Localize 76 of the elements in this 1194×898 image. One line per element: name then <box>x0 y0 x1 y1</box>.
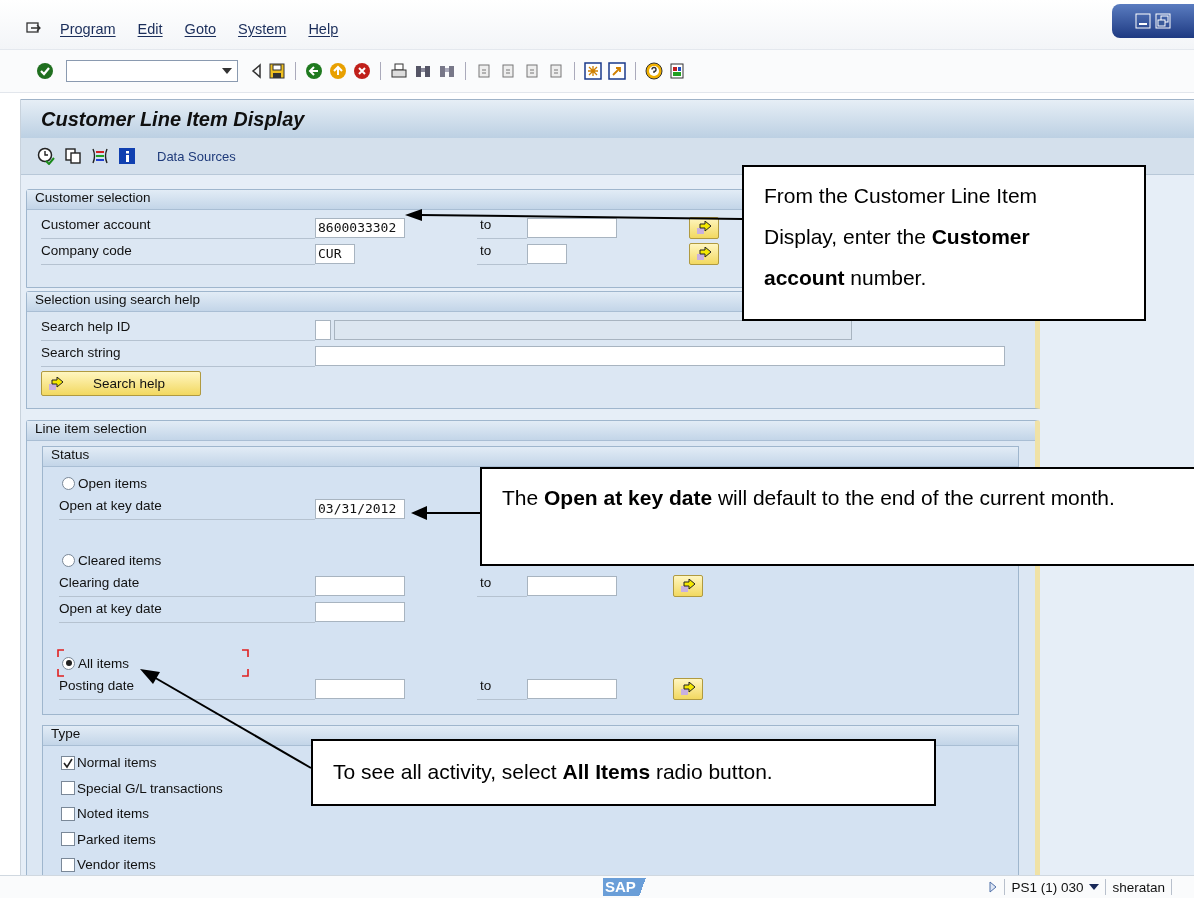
input-field[interactable]: 03/31/2012 <box>315 499 405 519</box>
new-session-icon[interactable] <box>584 62 602 80</box>
input-field[interactable] <box>315 346 1005 366</box>
input-field[interactable]: 8600033302 <box>315 218 405 238</box>
data-sources-button[interactable]: Data Sources <box>157 148 236 164</box>
input-field[interactable] <box>315 576 405 596</box>
checkbox[interactable] <box>61 857 75 872</box>
checkbox-label: Noted items <box>77 806 150 822</box>
search-help-button[interactable]: Search help <box>41 371 201 396</box>
input-field[interactable] <box>527 218 617 238</box>
checkbox-label: Special G/L transactions <box>77 780 223 796</box>
input-field[interactable] <box>315 679 405 699</box>
checkbox-label: Vendor items <box>77 857 156 873</box>
print-icon[interactable] <box>390 62 408 80</box>
layout-icon[interactable] <box>669 62 687 80</box>
radio-button[interactable] <box>62 476 75 490</box>
cancel-icon[interactable] <box>353 62 371 80</box>
field-label: Customer account <box>41 217 315 239</box>
shortcut-icon[interactable] <box>608 62 626 80</box>
save-icon[interactable] <box>268 62 286 80</box>
menu-item[interactable]: Goto <box>184 20 217 37</box>
field-label: Search help ID <box>41 319 315 341</box>
back-arrow-icon[interactable] <box>250 63 262 79</box>
callout-text: To see all activity, select All Items radio button. <box>333 760 773 783</box>
section-header: Line item selection <box>27 421 1035 441</box>
input-field[interactable] <box>527 679 617 699</box>
radio-label: Cleared items <box>78 552 162 568</box>
field-label: Company code <box>41 243 315 265</box>
callout-text: The Open at key date will default to the end of the current month. <box>502 486 1115 509</box>
checkbox[interactable] <box>61 781 75 796</box>
checkbox-label: Parked items <box>77 831 156 847</box>
checkbox[interactable] <box>61 806 75 821</box>
radio-label: All items <box>78 655 129 671</box>
arrow-icon <box>680 682 696 696</box>
columns-icon[interactable] <box>91 147 109 165</box>
input-field[interactable] <box>527 244 567 264</box>
input-field[interactable] <box>527 576 617 596</box>
user-name: sheratan <box>1112 879 1165 895</box>
copy-icon[interactable] <box>64 147 82 165</box>
input-field[interactable]: CUR <box>315 244 355 264</box>
field-label: Clearing date <box>59 575 315 597</box>
field-label: Open at key date <box>59 498 315 520</box>
clock-check-icon[interactable] <box>37 147 55 165</box>
minimize-icon[interactable] <box>1135 13 1151 29</box>
menu-item[interactable]: Program <box>60 20 116 37</box>
system-info: PS1 (1) 030 <box>1011 879 1084 895</box>
help-icon[interactable] <box>645 62 663 80</box>
info-icon[interactable] <box>118 147 136 165</box>
checkbox[interactable] <box>61 755 75 770</box>
arrow-icon <box>696 247 712 261</box>
menu-icon[interactable] <box>26 21 42 36</box>
back-icon[interactable] <box>305 62 323 80</box>
radio-button[interactable] <box>62 656 75 670</box>
arrow-icon <box>680 579 696 593</box>
field-label: Search string <box>41 345 315 367</box>
menu-item[interactable]: Help <box>308 20 339 37</box>
radio-button[interactable] <box>62 553 75 567</box>
restore-icon[interactable] <box>1155 13 1171 29</box>
menu-item[interactable]: Edit <box>137 20 163 37</box>
screen-title: Customer Line Item Display <box>41 107 305 131</box>
checkbox[interactable] <box>61 832 75 847</box>
expand-icon[interactable] <box>988 880 999 894</box>
section-header: Status <box>43 447 1018 467</box>
input-field[interactable] <box>315 320 331 340</box>
arrow-icon <box>696 221 712 235</box>
command-field[interactable] <box>66 60 238 82</box>
input-field[interactable] <box>315 602 405 622</box>
dropdown-icon[interactable] <box>1089 884 1100 890</box>
field-label: Open at key date <box>59 601 315 623</box>
menu-item[interactable]: System <box>238 20 287 37</box>
dropdown-icon[interactable] <box>222 68 232 74</box>
checkbox-label: Normal items <box>77 755 157 771</box>
radio-label: Open items <box>78 475 148 491</box>
multiple-selection-button[interactable] <box>689 217 719 239</box>
arrow-icon <box>48 376 64 391</box>
check-icon[interactable] <box>36 62 54 80</box>
